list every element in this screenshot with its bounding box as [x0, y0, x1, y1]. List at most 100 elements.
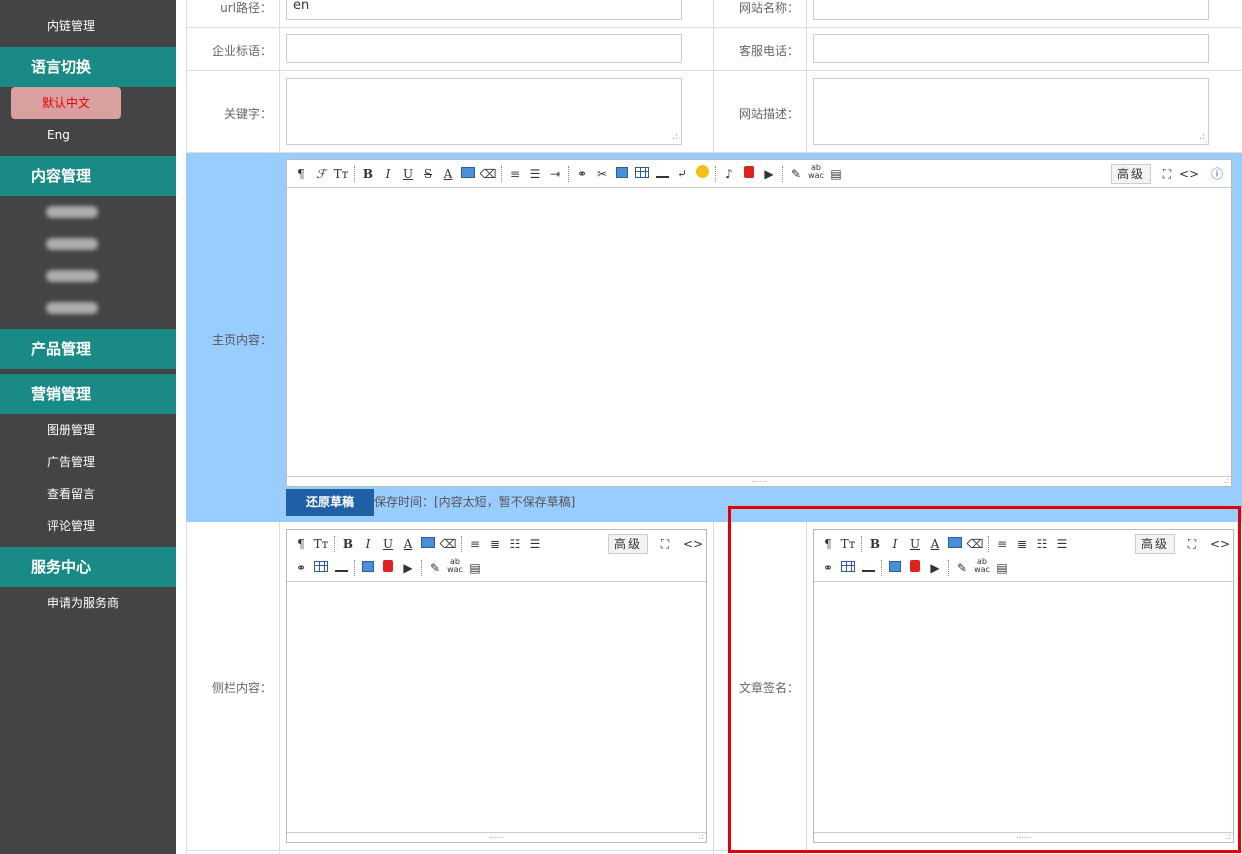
fullscreen-icon[interactable]: ⛶ — [1157, 164, 1177, 184]
sidebar-item-blurred-3[interactable] — [46, 270, 98, 282]
underline-icon[interactable]: U — [378, 534, 398, 554]
horizontal-rule-icon[interactable] — [858, 558, 878, 578]
url-path-input[interactable]: en — [286, 0, 682, 20]
sidebar-item-link-management[interactable]: 内链管理 — [0, 10, 176, 42]
source-code-icon[interactable]: <> — [683, 534, 703, 554]
italic-icon[interactable]: I — [885, 534, 905, 554]
table-icon[interactable] — [311, 558, 331, 578]
align-center-icon[interactable]: ≣ — [1012, 534, 1032, 554]
sidebar-content-edit-area[interactable] — [287, 583, 706, 832]
help-icon[interactable]: ⓘ — [1207, 164, 1227, 184]
site-name-input[interactable] — [813, 0, 1209, 20]
article-signature-edit-area[interactable] — [814, 583, 1233, 832]
link-icon[interactable]: ⚭ — [291, 558, 311, 578]
paragraph-format-icon[interactable]: ¶ — [818, 534, 838, 554]
format-brush-icon[interactable]: ✎ — [786, 164, 806, 184]
video-icon[interactable]: ▶ — [398, 558, 418, 578]
italic-icon[interactable]: I — [358, 534, 378, 554]
horizontal-rule-icon[interactable] — [652, 164, 672, 184]
font-size-icon[interactable]: Tт — [331, 164, 351, 184]
spellcheck-icon[interactable]: ab wac — [806, 164, 826, 184]
link-icon[interactable]: ⚭ — [572, 164, 592, 184]
format-brush-icon[interactable]: ✎ — [425, 558, 445, 578]
image-icon[interactable] — [358, 558, 378, 578]
bold-icon[interactable]: B — [358, 164, 378, 184]
highlight-color-icon[interactable] — [945, 534, 965, 554]
table-icon[interactable] — [838, 558, 858, 578]
italic-icon[interactable]: I — [378, 164, 398, 184]
eraser-icon[interactable]: ⌫ — [965, 534, 985, 554]
keywords-textarea[interactable]: .: — [286, 78, 682, 145]
align-center-icon[interactable]: ≣ — [485, 534, 505, 554]
bold-icon[interactable]: B — [338, 534, 358, 554]
font-size-icon[interactable]: Tт — [838, 534, 858, 554]
advanced-button[interactable]: 高级 — [1135, 534, 1176, 554]
select-all-icon[interactable]: ▤ — [465, 558, 485, 578]
resize-grip-icon[interactable]: .: — [672, 133, 678, 142]
sidebar-item-blurred-1[interactable] — [46, 206, 98, 218]
link-icon[interactable]: ⚭ — [818, 558, 838, 578]
spellcheck-icon[interactable]: ab wac — [972, 558, 992, 578]
sidebar-section-content[interactable]: 内容管理 — [0, 156, 176, 196]
editor-resize-bar[interactable]: .......: — [287, 476, 1231, 486]
sidebar-section-service[interactable]: 服务中心 — [0, 547, 176, 587]
resize-grip-icon[interactable]: .: — [1226, 833, 1231, 841]
underline-icon[interactable]: U — [398, 164, 418, 184]
eraser-icon[interactable]: ⌫ — [438, 534, 458, 554]
font-size-icon[interactable]: Tт — [311, 534, 331, 554]
resize-grip-icon[interactable]: .: — [1199, 133, 1205, 142]
font-family-icon[interactable]: ℱ — [311, 164, 331, 184]
font-color-icon[interactable]: A — [925, 534, 945, 554]
source-code-icon[interactable]: <> — [1179, 164, 1199, 184]
font-color-icon[interactable]: A — [438, 164, 458, 184]
table-icon[interactable] — [632, 164, 652, 184]
restore-draft-button[interactable]: 还原草稿 — [286, 489, 374, 516]
sidebar-item-default-chinese[interactable]: 默认中文 — [11, 87, 121, 119]
sidebar-item-apply-provider[interactable]: 申请为服务商 — [0, 587, 176, 619]
strikethrough-icon[interactable]: S — [418, 164, 438, 184]
fullscreen-icon[interactable]: ⛶ — [1182, 534, 1202, 554]
sidebar-content-editor[interactable]: ¶ Tт B I U A ⌫ ≡ ≣ ☷ ☰ 高级 ⛶ <> ⚭ ▶ ✎ ab … — [286, 529, 707, 843]
flash-icon[interactable] — [905, 558, 925, 578]
sidebar-item-comments[interactable]: 评论管理 — [0, 510, 176, 542]
sidebar-item-blurred-4[interactable] — [46, 302, 98, 314]
fullscreen-icon[interactable]: ⛶ — [655, 534, 675, 554]
sidebar-section-marketing[interactable]: 营销管理 — [0, 374, 176, 414]
underline-icon[interactable]: U — [905, 534, 925, 554]
article-signature-editor[interactable]: ¶ Tт B I U A ⌫ ≡ ≣ ☷ ☰ 高级 ⛶ <> ⚭ ▶ ✎ ab … — [813, 529, 1234, 843]
format-brush-icon[interactable]: ✎ — [952, 558, 972, 578]
video-icon[interactable]: ▶ — [759, 164, 779, 184]
editor-resize-bar[interactable]: .......: — [814, 832, 1233, 842]
align-left-icon[interactable]: ≡ — [465, 534, 485, 554]
service-phone-input[interactable] — [813, 34, 1209, 63]
unlink-icon[interactable]: ✂ — [592, 164, 612, 184]
ordered-list-icon[interactable]: ☷ — [505, 534, 525, 554]
home-content-edit-area[interactable] — [287, 189, 1231, 476]
font-color-icon[interactable]: A — [398, 534, 418, 554]
select-all-icon[interactable]: ▤ — [992, 558, 1012, 578]
sidebar-item-ads[interactable]: 广告管理 — [0, 446, 176, 478]
editor-resize-bar[interactable]: .......: — [287, 832, 706, 842]
sidebar-item-blurred-2[interactable] — [46, 238, 98, 250]
bold-icon[interactable]: B — [865, 534, 885, 554]
sidebar-item-english[interactable]: Eng — [0, 119, 176, 151]
highlight-color-icon[interactable] — [458, 164, 478, 184]
select-all-icon[interactable]: ▤ — [826, 164, 846, 184]
eraser-icon[interactable]: ⌫ — [478, 164, 498, 184]
ordered-list-icon[interactable]: ☷ — [1032, 534, 1052, 554]
site-description-textarea[interactable]: .: — [813, 78, 1209, 145]
image-icon[interactable] — [885, 558, 905, 578]
spellcheck-icon[interactable]: ab wac — [445, 558, 465, 578]
advanced-button[interactable]: 高级 — [608, 534, 649, 554]
advanced-button[interactable]: 高级 — [1111, 164, 1152, 184]
unordered-list-icon[interactable]: ☰ — [1052, 534, 1072, 554]
sidebar-item-messages[interactable]: 查看留言 — [0, 478, 176, 510]
list-icon[interactable]: ☰ — [525, 164, 545, 184]
video-icon[interactable]: ▶ — [925, 558, 945, 578]
source-code-icon[interactable]: <> — [1210, 534, 1230, 554]
sidebar-section-language[interactable]: 语言切换 — [0, 47, 176, 87]
highlight-color-icon[interactable] — [418, 534, 438, 554]
emoji-icon[interactable] — [692, 164, 712, 184]
paragraph-format-icon[interactable]: ¶ — [291, 164, 311, 184]
home-content-editor[interactable]: ¶ ℱ Tт B I U S A ⌫ ≡ ☰ ⇥ ⚭ ✂ ⤶ ♪ ▶ ✎ ab … — [286, 159, 1232, 487]
